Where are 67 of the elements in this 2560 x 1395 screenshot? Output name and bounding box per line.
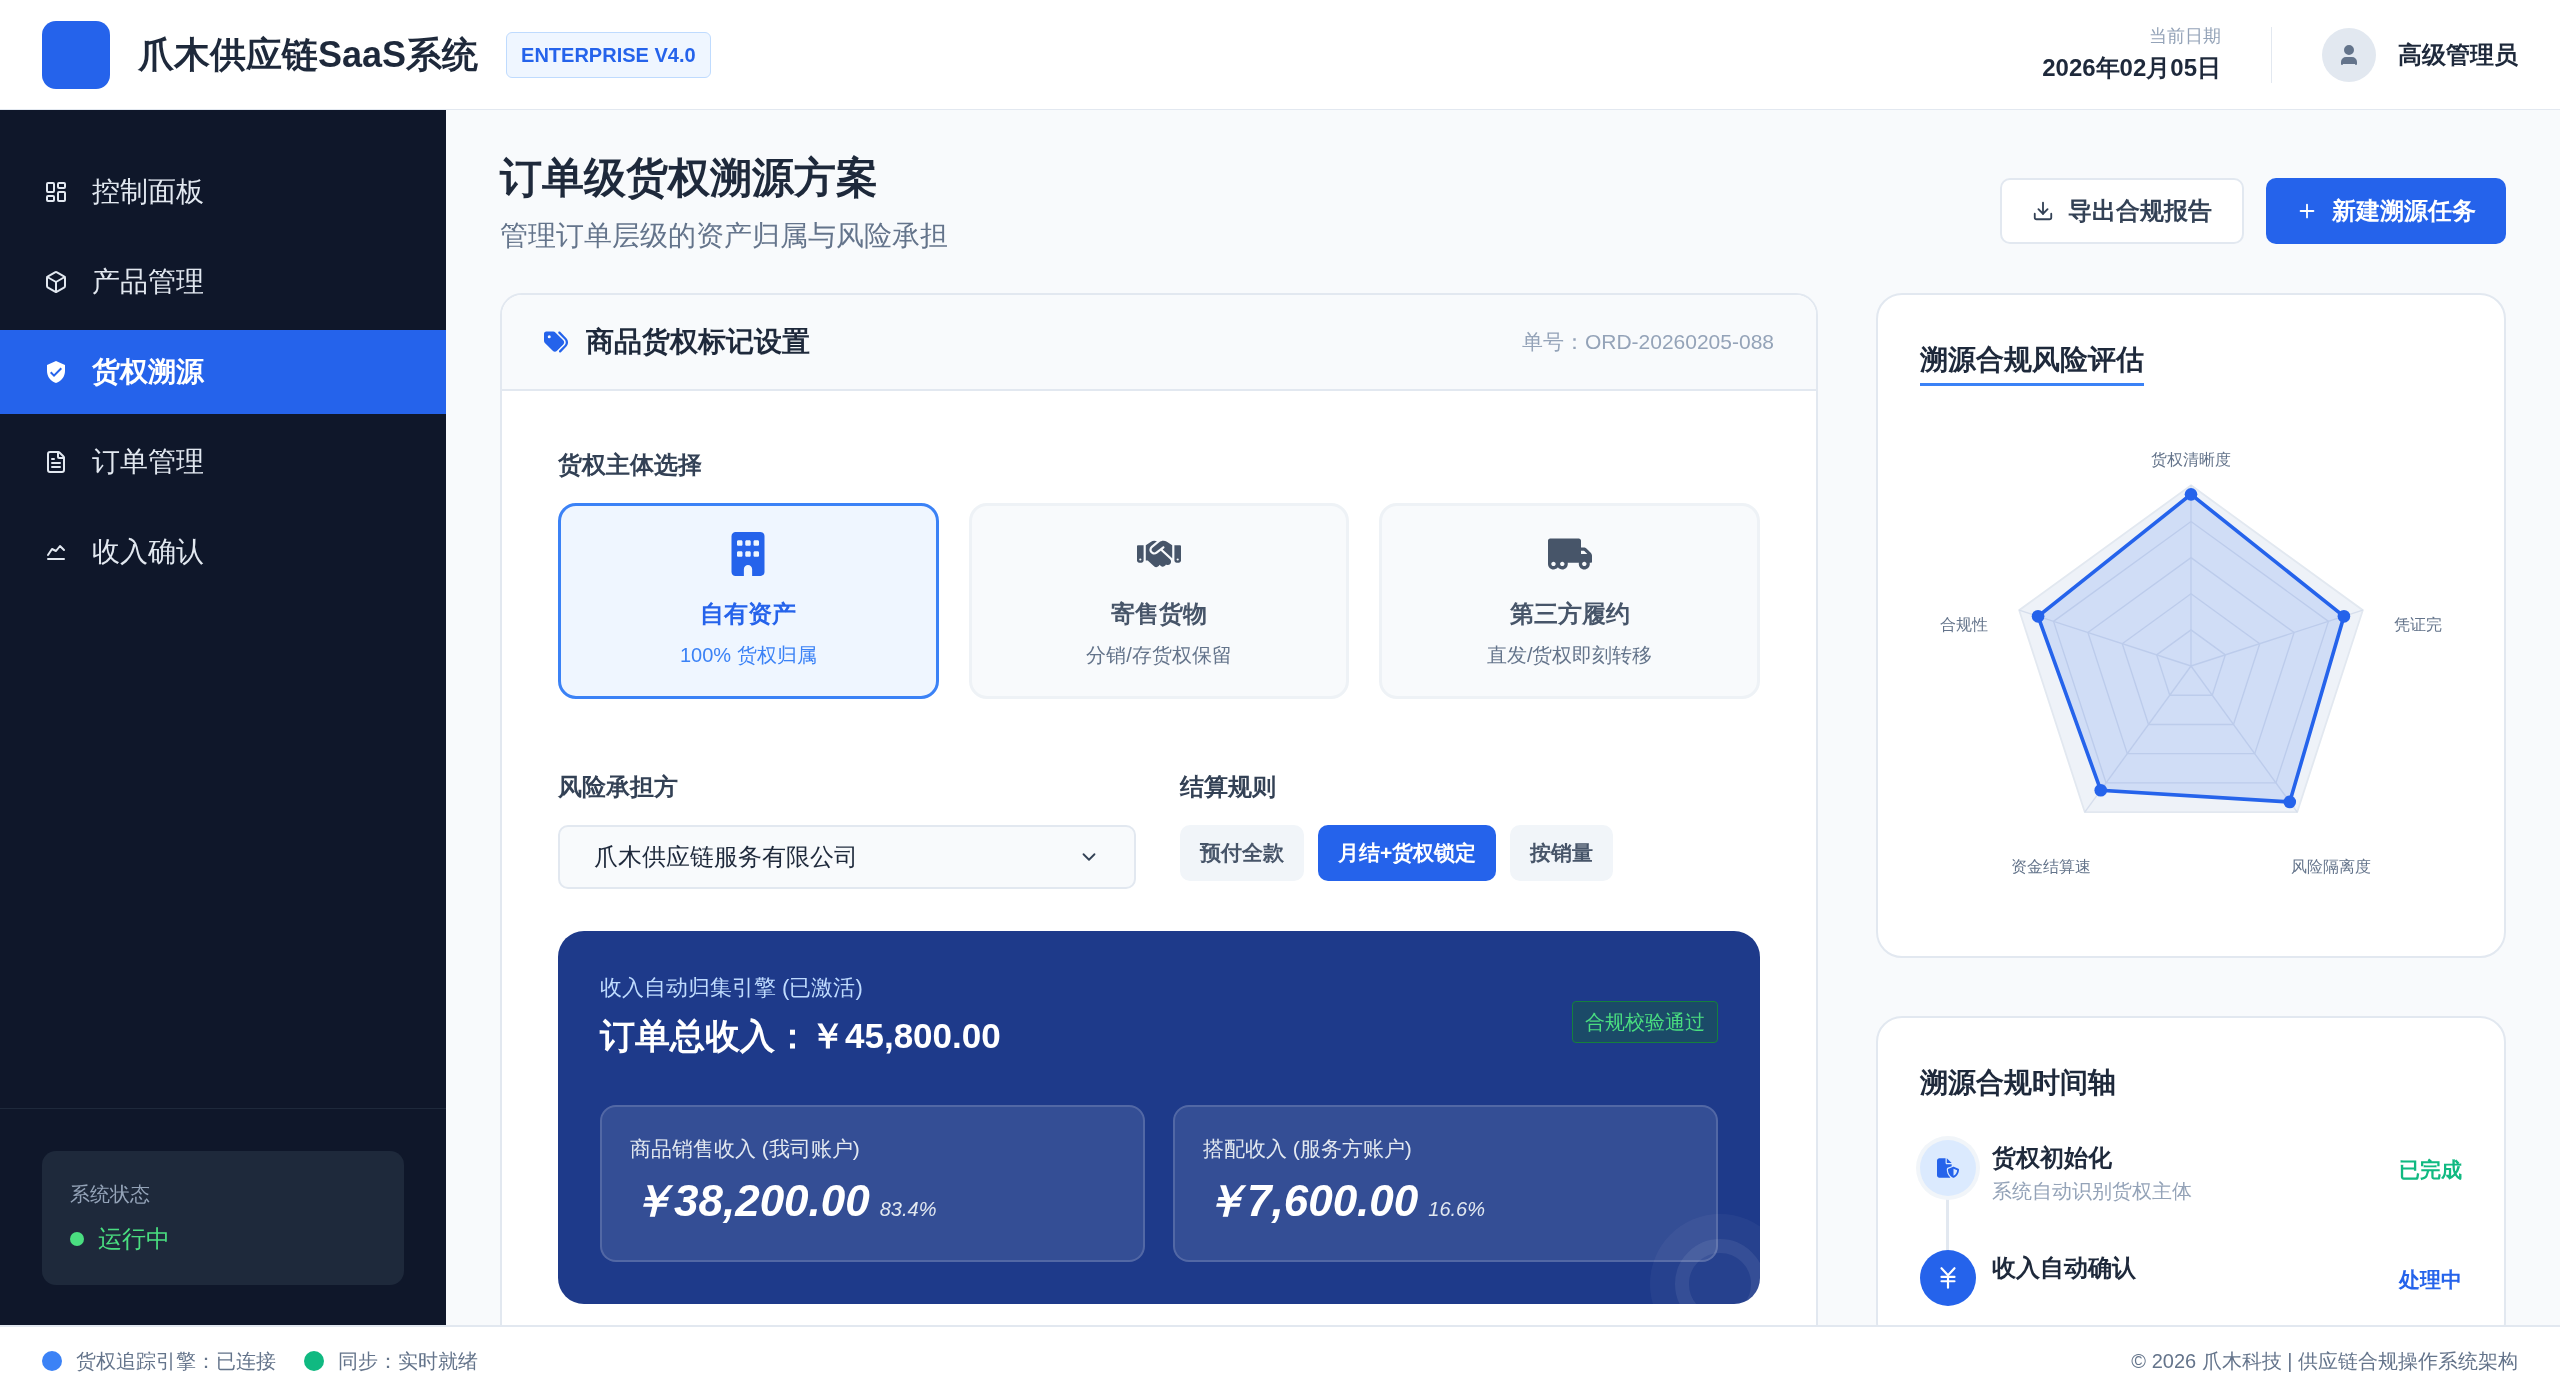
radar-point	[2337, 610, 2351, 623]
split-label: 搭配收入 (服务方账户)	[1203, 1135, 1413, 1162]
status-label: 系统状态	[70, 1182, 151, 1207]
ownership-option[interactable]: 第三方履约 直发/货权即刻转移	[1379, 503, 1760, 699]
settlement-option[interactable]: 预付全款	[1180, 825, 1304, 881]
axis-label: 凭证完	[2394, 614, 2443, 633]
ownership-option[interactable]: 自有资产 100% 货权归属	[558, 503, 939, 699]
engine-caption: 收入自动归集引擎 (已激活)	[600, 974, 864, 1002]
split-share: 83.4%	[879, 1197, 937, 1222]
document-icon	[44, 450, 68, 474]
shield-file-icon	[1920, 1140, 1976, 1196]
event-status: 处理中	[2399, 1267, 2462, 1293]
status-text: 同步：实时就绪	[338, 1349, 478, 1374]
compliance-badge: 合规校验通过	[1572, 1001, 1718, 1043]
section-label: 货权主体选择	[558, 450, 703, 480]
date-label: 当前日期	[2149, 25, 2221, 48]
version-badge: ENTERPRISE V4.0	[506, 31, 711, 78]
ownership-option[interactable]: 寄售货物 分销/存货权保留	[968, 503, 1350, 699]
axis-label: 资金结算速	[2011, 856, 2091, 875]
event-title: 货权初始化	[1992, 1143, 2113, 1173]
copyright: © 2026 爪木科技 | 供应链合规操作系统架构	[2131, 1349, 2518, 1374]
split-label: 商品销售收入 (我司账户)	[630, 1135, 861, 1162]
status-value: 运行中	[98, 1224, 170, 1254]
app-title: 爪木供应链SaaS系统	[138, 32, 479, 77]
risk-bearer-select[interactable]: 爪木供应链服务有限公司	[558, 825, 1136, 889]
risk-card-title: 溯源合规风险评估	[1920, 339, 2144, 386]
settlement-option[interactable]: 月结+货权锁定	[1318, 825, 1497, 881]
split-amount: ￥7,600.00	[1203, 1175, 1419, 1227]
event-status: 已完成	[2399, 1157, 2462, 1183]
event-subtitle: 系统自动识别货权主体	[1992, 1179, 2192, 1204]
radar-point	[2184, 488, 2198, 501]
dashboard-icon	[44, 180, 68, 204]
event-title: 收入自动确认	[1992, 1253, 2136, 1283]
nav-item[interactable]: 订单管理	[0, 420, 446, 504]
avatar-icon[interactable]	[2322, 27, 2376, 82]
order-total: 订单总收入：￥45,800.00	[600, 1015, 1001, 1057]
status-text: 货权追踪引擎：已连接	[76, 1349, 276, 1374]
current-date: 2026年02月05日	[2042, 53, 2221, 83]
card-title: 商品货权标记设置	[586, 325, 810, 359]
cube-icon	[44, 270, 68, 294]
page-subtitle: 管理订单层级的资产归属与风险承担	[500, 219, 948, 253]
nav-item[interactable]: 控制面板	[0, 150, 446, 234]
timeline-title: 溯源合规时间轴	[1920, 1067, 2116, 1098]
shield-check-icon	[44, 360, 68, 384]
risk-bearer-label: 风险承担方	[558, 772, 679, 802]
radar-point	[2031, 610, 2045, 623]
settlement-label: 结算规则	[1180, 772, 1277, 802]
nav-item[interactable]: 收入确认	[0, 510, 446, 594]
split-share: 16.6%	[1428, 1197, 1485, 1222]
radar-point	[2094, 783, 2108, 797]
axis-label: 风险隔离度	[2291, 856, 2371, 875]
radar-point	[2283, 795, 2297, 809]
new-task-button[interactable]: 新建溯源任务	[2266, 178, 2506, 244]
nav-item[interactable]: 产品管理	[0, 240, 446, 324]
download-icon	[2032, 200, 2054, 222]
axis-label: 货权清晰度	[2151, 450, 2231, 469]
logo-icon	[42, 20, 110, 89]
settlement-option[interactable]: 按销量	[1510, 825, 1614, 881]
user-name[interactable]: 高级管理员	[2398, 36, 2518, 73]
split-amount: ￥38,200.00	[630, 1175, 870, 1227]
export-report-button[interactable]: 导出合规报告	[2000, 178, 2244, 244]
axis-label: 合规性	[1939, 614, 1988, 633]
tags-icon	[544, 330, 568, 354]
order-number: 单号：ORD-20260205-088	[1521, 329, 1774, 356]
nav-item[interactable]: 货权溯源	[0, 330, 446, 414]
yen-icon	[1920, 1250, 1976, 1306]
page-title: 订单级货权溯源方案	[500, 153, 879, 203]
